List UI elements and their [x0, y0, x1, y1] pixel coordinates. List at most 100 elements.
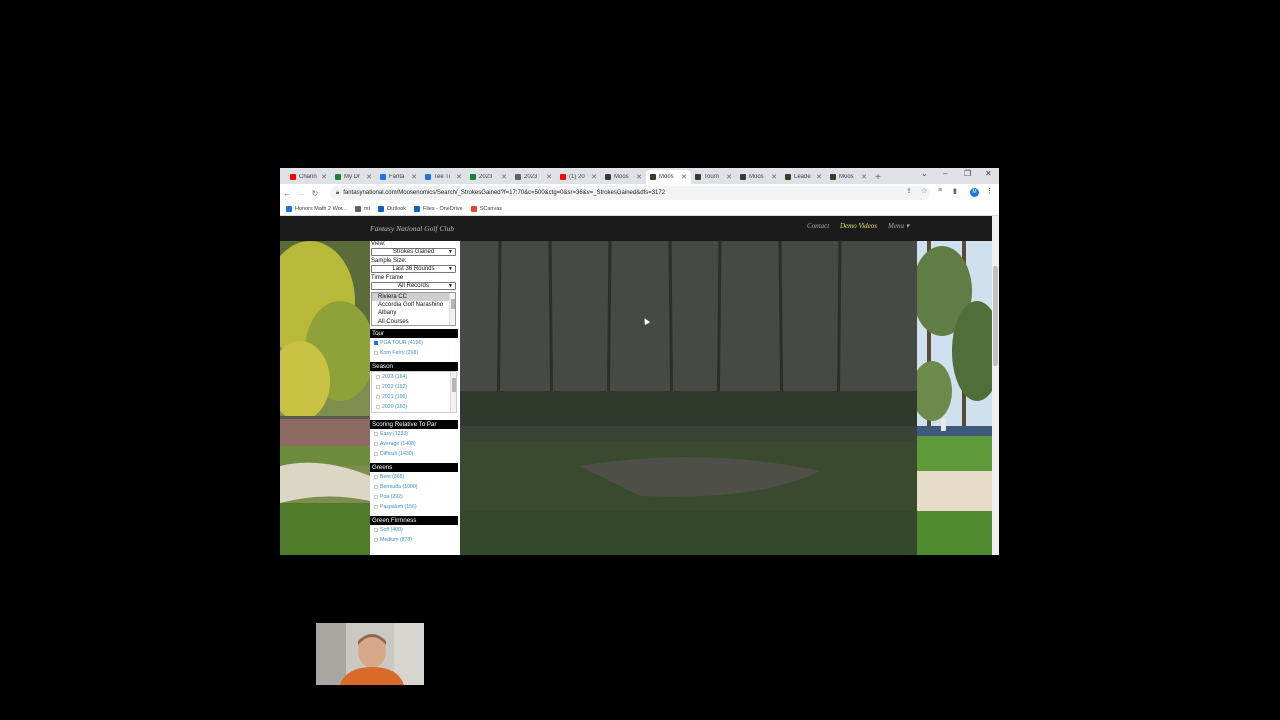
address-toolbar: ← → ↻ 🔒︎ fantasynational.com/Moosenomics… [280, 184, 999, 202]
checkbox[interactable] [374, 452, 378, 456]
firmness-option[interactable]: Medium (878) [370, 535, 460, 545]
checkbox[interactable] [374, 341, 378, 345]
checkbox[interactable] [376, 395, 380, 399]
greens-option[interactable]: Poa (292) [370, 492, 460, 502]
nav-menu[interactable]: Menu ▾ [888, 222, 909, 230]
close-tab-icon[interactable]: ✕ [456, 173, 462, 181]
kebab-menu-icon[interactable]: ⋮ [986, 187, 993, 195]
nav-contact[interactable]: Contact [807, 222, 829, 230]
restore-icon[interactable]: ❐ [964, 169, 971, 178]
tour-option[interactable]: PGA TOUR (4196) [370, 338, 460, 348]
checkbox[interactable] [374, 485, 378, 489]
checkbox[interactable] [374, 538, 378, 542]
checkbox[interactable] [376, 385, 380, 389]
reading-list-icon[interactable]: ≡ [938, 187, 942, 194]
greens-option[interactable]: Bent (868) [370, 472, 460, 482]
address-bar[interactable]: 🔒︎ fantasynational.com/Moosenomics/Searc… [330, 186, 930, 200]
browser-tab[interactable]: Moos ✕ [646, 170, 691, 184]
course-photo-left [280, 241, 370, 555]
browser-tab[interactable]: Moos ✕ [826, 170, 871, 184]
browser-tab[interactable]: 2023 ✕ [511, 170, 556, 184]
course-option[interactable]: Albany [372, 309, 455, 317]
nav-demo-videos[interactable]: Demo Videos [840, 222, 877, 230]
forward-icon[interactable]: → [294, 189, 308, 198]
bookmark-favicon-icon [354, 205, 361, 212]
course-option[interactable]: All Courses [372, 318, 455, 325]
tab-search-icon[interactable]: ⌄ [921, 169, 928, 178]
checkbox[interactable] [374, 351, 378, 355]
greens-option[interactable]: Paspalum (156) [370, 502, 460, 512]
checkbox[interactable] [374, 432, 378, 436]
tab-title: Tourn [704, 174, 720, 180]
site-header: Fantasy National Golf Club Contact Demo … [280, 216, 992, 241]
course-listbox[interactable]: Riviera CC Accordia Golf Narashino Albany A… [371, 292, 456, 326]
browser-tab[interactable]: Fanta ✕ [376, 170, 421, 184]
close-tab-icon[interactable]: ✕ [501, 173, 507, 181]
close-tab-icon[interactable]: ✕ [861, 173, 867, 181]
season-option[interactable]: 2019 (188) [372, 412, 456, 413]
course-scrollbar[interactable] [449, 293, 455, 325]
profile-avatar[interactable]: M [970, 188, 979, 197]
sample-size-select[interactable]: Last 36 Rounds ▼ [371, 265, 456, 273]
bookmark-item[interactable]: SCanvas [470, 205, 502, 212]
season-option[interactable]: 2022 (192) [372, 382, 456, 392]
close-tab-icon[interactable]: ✕ [411, 173, 417, 181]
browser-tab[interactable]: Tee Ti ✕ [421, 170, 466, 184]
checkbox[interactable] [374, 495, 378, 499]
tour-option[interactable]: Korn Ferry (268) [370, 348, 460, 358]
checkbox[interactable] [376, 405, 380, 409]
tab-title: 2023 [524, 174, 538, 180]
side-panel-icon[interactable]: ▮ [953, 187, 957, 195]
browser-tab[interactable]: Moos ✕ [601, 170, 646, 184]
back-icon[interactable]: ← [280, 189, 294, 198]
bookmark-item[interactable]: Files - OneDrive [413, 205, 463, 212]
bookmark-item[interactable]: Honors Math 2 Wor... [286, 205, 347, 212]
browser-tab[interactable]: Tourn ✕ [691, 170, 736, 184]
close-tab-icon[interactable]: ✕ [591, 173, 597, 181]
firmness-option[interactable]: Soft (400) [370, 525, 460, 535]
bookmark-star-icon[interactable]: ☆ [921, 187, 927, 195]
scoring-option[interactable]: Difficult (1430) [370, 449, 460, 459]
bookmark-item[interactable]: mt [354, 205, 370, 212]
browser-tab[interactable]: My Dr ✕ [331, 170, 376, 184]
minimize-icon[interactable]: – [943, 169, 947, 178]
bookmark-item[interactable]: Outlook [378, 205, 406, 212]
close-tab-icon[interactable]: ✕ [636, 173, 642, 181]
site-brand[interactable]: Fantasy National Golf Club [370, 224, 454, 233]
browser-tab[interactable]: Leade ✕ [781, 170, 826, 184]
browser-tab[interactable]: 2023 ✕ [466, 170, 511, 184]
checkbox[interactable] [374, 475, 378, 479]
course-option[interactable]: Riviera CC [372, 293, 455, 302]
close-tab-icon[interactable]: ✕ [681, 173, 687, 181]
option-label: Bent (868) [380, 474, 405, 480]
reload-icon[interactable]: ↻ [308, 189, 322, 198]
share-icon[interactable]: ⇪ [906, 187, 912, 195]
scoring-option[interactable]: Average (1408) [370, 439, 460, 449]
season-option[interactable]: 2021 (196) [372, 392, 456, 402]
view-select[interactable]: Strokes Gained ▼ [371, 248, 456, 256]
tour-options: PGA TOUR (4196) Korn Ferry (268) [370, 338, 460, 358]
scoring-option[interactable]: Easy (1233) [370, 429, 460, 439]
season-option[interactable]: 2020 (160) [372, 402, 456, 412]
close-tab-icon[interactable]: ✕ [726, 173, 732, 181]
checkbox[interactable] [376, 375, 380, 379]
checkbox[interactable] [374, 505, 378, 509]
close-tab-icon[interactable]: ✕ [366, 173, 372, 181]
checkbox[interactable] [374, 528, 378, 532]
close-tab-icon[interactable]: ✕ [546, 173, 552, 181]
season-scrollbar[interactable] [450, 372, 456, 412]
browser-tab[interactable]: Moos ✕ [736, 170, 781, 184]
close-tab-icon[interactable]: ✕ [321, 173, 327, 181]
course-option[interactable]: Accordia Golf Narashino [372, 301, 455, 309]
browser-tab[interactable]: Chann ✕ [286, 170, 331, 184]
close-tab-icon[interactable]: ✕ [771, 173, 777, 181]
close-tab-icon[interactable]: ✕ [816, 173, 822, 181]
greens-option[interactable]: Bermuda (1080) [370, 482, 460, 492]
browser-tab[interactable]: (1) 20 ✕ [556, 170, 601, 184]
checkbox[interactable] [374, 442, 378, 446]
season-option[interactable]: 2023 (164) [372, 372, 456, 382]
time-frame-select[interactable]: All Records ▼ [371, 282, 456, 290]
close-window-icon[interactable]: ✕ [985, 169, 992, 178]
page-scrollbar[interactable] [992, 216, 999, 555]
new-tab-button[interactable]: + [871, 170, 885, 184]
